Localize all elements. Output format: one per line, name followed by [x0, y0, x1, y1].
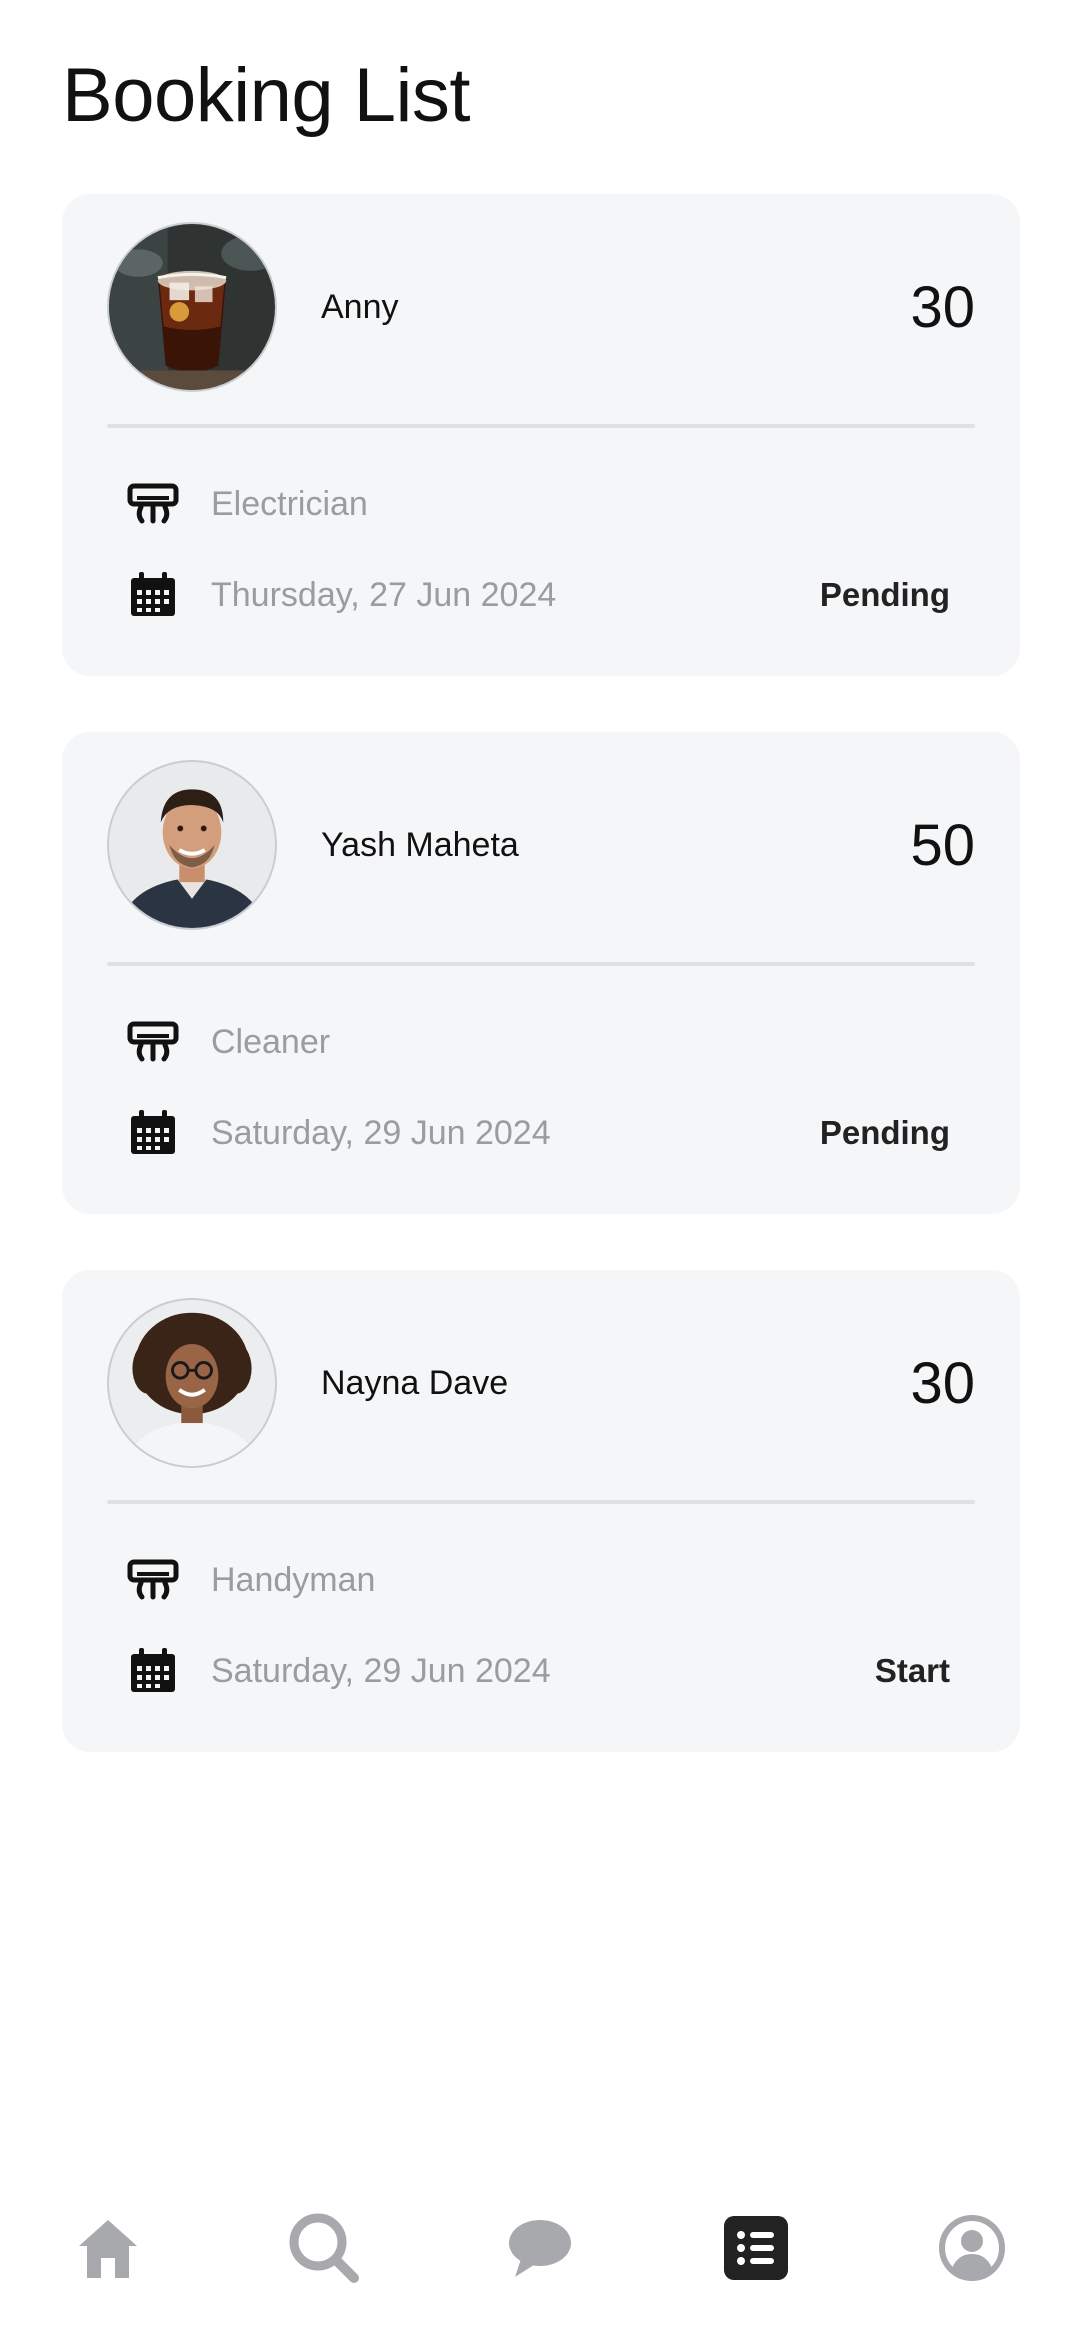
- search-icon: [289, 2213, 359, 2283]
- booking-price: 50: [910, 812, 975, 878]
- service-name: Electrician: [211, 484, 368, 523]
- booking-list-screen: Booking List Anny 30 Electrician Thursda…: [0, 0, 1080, 2340]
- service-row: Cleaner: [127, 1017, 950, 1067]
- service-row: Handyman: [127, 1555, 950, 1605]
- customer-name: Nayna Dave: [321, 1363, 509, 1402]
- divider: [107, 424, 975, 428]
- booking-date: Thursday, 27 Jun 2024: [211, 575, 557, 614]
- home-icon: [79, 2220, 137, 2278]
- service-name: Cleaner: [211, 1022, 331, 1061]
- man-portrait-image: [109, 762, 275, 928]
- service-name: Handyman: [211, 1560, 376, 1599]
- booking-card-header: Anny 30: [107, 222, 975, 392]
- nav-profile[interactable]: [932, 2208, 1012, 2288]
- date-row: Saturday, 29 Jun 2024 Pending: [127, 1108, 950, 1158]
- nav-search[interactable]: [284, 2208, 364, 2288]
- status-badge[interactable]: Pending: [820, 1114, 950, 1152]
- status-badge[interactable]: Start: [875, 1652, 950, 1690]
- date-row: Thursday, 27 Jun 2024 Pending: [127, 570, 950, 620]
- booking-date: Saturday, 29 Jun 2024: [211, 1651, 551, 1690]
- nav-chat[interactable]: [500, 2208, 580, 2288]
- avatar: [107, 222, 277, 392]
- booking-card-header: Yash Maheta 50: [107, 760, 975, 930]
- calendar-icon: [127, 570, 179, 620]
- nav-bookings[interactable]: [716, 2208, 796, 2288]
- profile-icon: [939, 2215, 1005, 2281]
- chat-icon: [509, 2220, 571, 2277]
- service-row: Electrician: [127, 479, 950, 529]
- nav-home[interactable]: [68, 2208, 148, 2288]
- page-title: Booking List: [62, 53, 471, 138]
- avatar: [107, 760, 277, 930]
- calendar-icon: [127, 1646, 179, 1696]
- booking-card[interactable]: Anny 30 Electrician Thursday, 27 Jun 202…: [62, 194, 1020, 676]
- avatar: [107, 1298, 277, 1468]
- divider: [107, 962, 975, 966]
- air-conditioner-icon: [127, 479, 179, 529]
- customer-name: Yash Maheta: [321, 825, 519, 864]
- booking-card[interactable]: Nayna Dave 30 Handyman Saturday, 29 Jun …: [62, 1270, 1020, 1752]
- list-icon: [724, 2216, 788, 2280]
- woman-portrait-image: [109, 1300, 275, 1466]
- bottom-nav: [0, 2180, 1080, 2310]
- booking-price: 30: [910, 1350, 975, 1416]
- booking-card[interactable]: Yash Maheta 50 Cleaner Saturday, 29 Jun …: [62, 732, 1020, 1214]
- drink-photo-image: [109, 224, 275, 390]
- air-conditioner-icon: [127, 1555, 179, 1605]
- divider: [107, 1500, 975, 1504]
- status-badge[interactable]: Pending: [820, 576, 950, 614]
- calendar-icon: [127, 1108, 179, 1158]
- booking-price: 30: [910, 274, 975, 340]
- customer-name: Anny: [321, 287, 399, 326]
- booking-card-header: Nayna Dave 30: [107, 1298, 975, 1468]
- air-conditioner-icon: [127, 1017, 179, 1067]
- date-row: Saturday, 29 Jun 2024 Start: [127, 1646, 950, 1696]
- booking-date: Saturday, 29 Jun 2024: [211, 1113, 551, 1152]
